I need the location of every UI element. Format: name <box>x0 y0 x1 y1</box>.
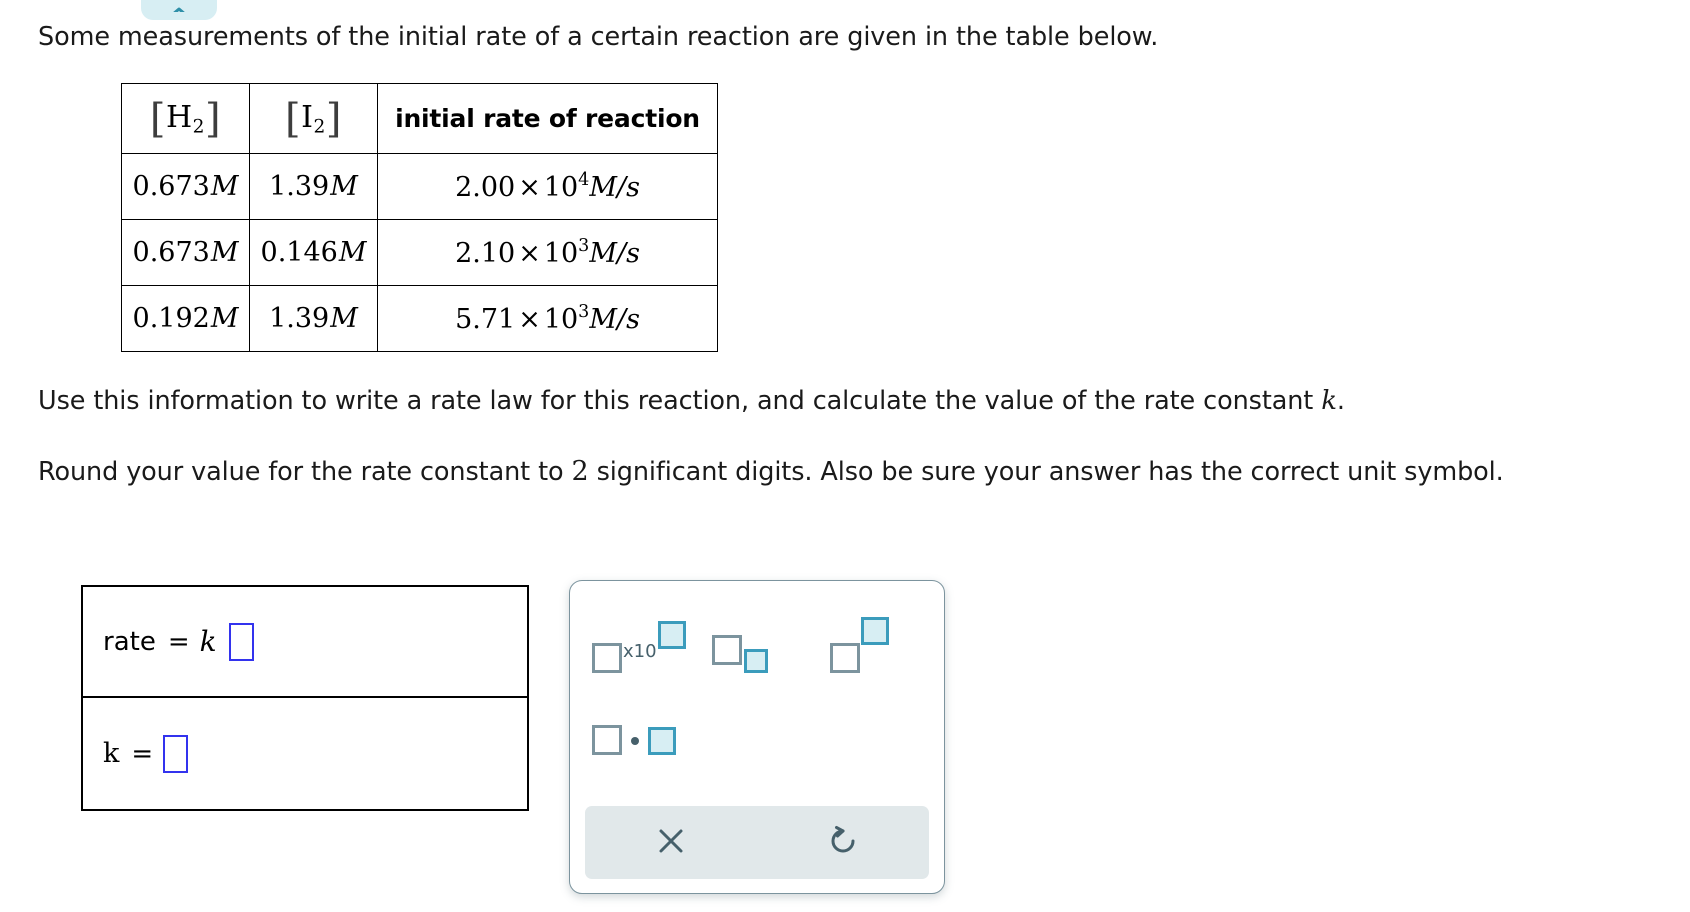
empty-slot-icon <box>592 725 622 755</box>
palette-row-2 <box>592 699 676 755</box>
header-cell-rate: initial rate of reaction <box>377 83 718 154</box>
table-row: 0.673M 0.146M 2.10 × 103M/s <box>121 219 718 286</box>
filled-slot-icon <box>657 621 686 649</box>
cell-rate: 2.10 × 103M/s <box>377 219 718 286</box>
scientific-notation-icon: x10 <box>592 621 686 673</box>
k-label: k <box>103 738 120 769</box>
collapse-toggle-pill[interactable] <box>141 0 217 20</box>
rate-law-input[interactable] <box>228 622 254 661</box>
cell-h2: 0.673M <box>121 153 250 220</box>
palette-row-1: x10 <box>592 609 926 673</box>
rate-label: rate <box>103 626 156 657</box>
table-row: 0.673M 1.39M 2.00 × 104M/s <box>121 153 718 220</box>
cell-rate: 5.71 × 103M/s <box>377 285 718 352</box>
clear-button[interactable] <box>585 806 757 879</box>
cell-i2: 1.39M <box>249 285 378 352</box>
header-label-rate: initial rate of reaction <box>395 104 700 133</box>
instruction-text-ratelaw: Use this information to write a rate law… <box>38 386 1345 417</box>
answer-box: rate = k k = <box>81 585 529 811</box>
i2-concentration-symbol: [I2] <box>285 95 342 142</box>
table-header-row: [H2] [I2] initial rate of reaction <box>121 83 718 154</box>
subscript-button[interactable] <box>712 609 830 673</box>
close-x-icon <box>655 825 687 860</box>
empty-slot-icon <box>830 643 860 673</box>
rate-constant-symbol: k <box>1321 386 1337 416</box>
header-cell-h2: [H2] <box>121 83 250 154</box>
superscript-button[interactable] <box>830 609 926 673</box>
sig-digits-value: 2 <box>571 456 589 487</box>
filled-slot-icon <box>861 617 889 645</box>
measurements-table: [H2] [I2] initial rate of reaction 0.673… <box>121 83 718 352</box>
multiplication-dot-icon <box>592 725 676 755</box>
undo-button[interactable] <box>757 806 929 879</box>
cell-i2: 1.39M <box>249 153 378 220</box>
undo-arrow-icon <box>826 824 860 861</box>
filled-slot-icon <box>744 649 768 673</box>
answer-row-rate-law[interactable]: rate = k <box>83 587 527 698</box>
scientific-notation-button[interactable]: x10 <box>592 609 712 673</box>
palette-toolbar <box>585 806 929 879</box>
empty-slot-icon <box>712 635 742 665</box>
instruction-text-rounding: Round your value for the rate constant t… <box>38 456 1504 488</box>
multiplication-dot-button[interactable] <box>592 699 676 755</box>
k-value-input[interactable] <box>163 734 189 773</box>
cell-i2: 0.146M <box>249 219 378 286</box>
dot-icon <box>631 737 639 745</box>
instruction-suffix: . <box>1336 386 1345 416</box>
x10-label: x10 <box>623 641 657 662</box>
subscript-icon <box>712 635 768 673</box>
table-row: 0.192M 1.39M 5.71 × 103M/s <box>121 285 718 352</box>
header-cell-i2: [I2] <box>249 83 378 154</box>
intro-text: Some measurements of the initial rate of… <box>38 22 1159 52</box>
chevron-up-icon <box>171 2 187 12</box>
k-coefficient-symbol: k <box>199 625 217 658</box>
math-symbol-palette: x10 <box>569 580 945 894</box>
instruction-prefix: Use this information to write a rate law… <box>38 386 1322 416</box>
cell-h2: 0.192M <box>121 285 250 352</box>
filled-slot-icon <box>648 727 676 755</box>
rounding-suffix: significant digits. Also be sure your an… <box>588 457 1504 487</box>
equals-sign: = <box>167 626 190 657</box>
cell-rate: 2.00 × 104M/s <box>377 153 718 220</box>
rounding-prefix: Round your value for the rate constant t… <box>38 457 572 487</box>
h2-concentration-symbol: [H2] <box>149 95 222 142</box>
superscript-icon <box>830 617 889 673</box>
answer-row-k-value[interactable]: k = <box>83 698 527 809</box>
equals-sign: = <box>131 738 154 769</box>
cell-h2: 0.673M <box>121 219 250 286</box>
empty-slot-icon <box>592 643 622 673</box>
